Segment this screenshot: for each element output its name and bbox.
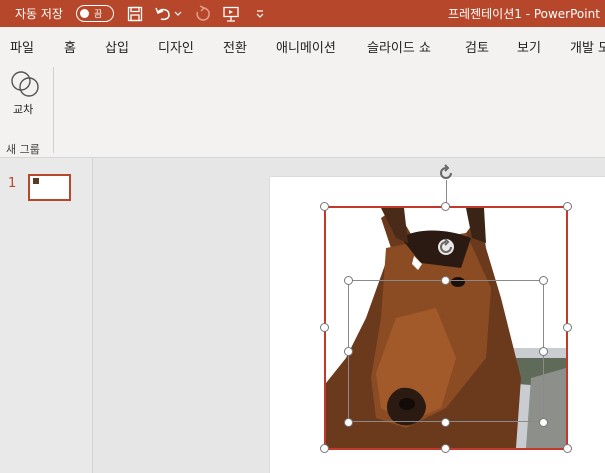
autosave-toggle[interactable]: 끔: [76, 5, 114, 22]
save-icon[interactable]: [125, 0, 145, 27]
start-from-beginning-icon[interactable]: [221, 0, 241, 27]
resize-handle-image-l[interactable]: [320, 323, 329, 332]
resize-handle-shape-t[interactable]: [441, 276, 450, 285]
group-divider: [53, 67, 54, 153]
rotate-handle-image[interactable]: [437, 164, 455, 182]
slide-number: 1: [8, 176, 17, 191]
resize-handle-image-b[interactable]: [441, 444, 450, 453]
tab-slideshow[interactable]: 슬라이드 쇼: [367, 37, 431, 56]
slide-thumbnail[interactable]: [28, 174, 71, 201]
resize-handle-shape-r[interactable]: [539, 347, 548, 356]
ribbon-tabs: 파일 홈 삽입 디자인 전환 애니메이션 슬라이드 쇼 검토 보기 개발 도: [0, 27, 605, 63]
resize-handle-image-br[interactable]: [563, 444, 572, 453]
intersect-shape[interactable]: [348, 280, 544, 422]
tab-transitions[interactable]: 전환: [223, 37, 247, 56]
resize-handle-shape-br[interactable]: [539, 418, 548, 427]
resize-handle-image-tr[interactable]: [563, 202, 572, 211]
tab-review[interactable]: 검토: [465, 37, 489, 56]
ribbon-body: 교차 새 그룹: [0, 63, 605, 158]
tab-view[interactable]: 보기: [517, 37, 541, 56]
resize-handle-image-t[interactable]: [441, 202, 450, 211]
resize-handle-image-tl[interactable]: [320, 202, 329, 211]
tab-design[interactable]: 디자인: [158, 37, 194, 56]
slide-thumbnail-pane: 1: [0, 158, 93, 473]
undo-icon[interactable]: [153, 0, 173, 27]
title-bar: 자동 저장 끔 프레젠테이션1 - PowerPoint: [0, 0, 605, 27]
intersect-icon: [11, 71, 39, 97]
resize-handle-shape-tl[interactable]: [344, 276, 353, 285]
tab-home[interactable]: 홈: [64, 37, 76, 56]
toggle-knob: [80, 9, 89, 18]
tab-insert[interactable]: 삽입: [105, 37, 129, 56]
intersect-label: 교차: [13, 103, 34, 116]
resize-handle-shape-l[interactable]: [344, 347, 353, 356]
rotate-handle-shape[interactable]: [437, 238, 455, 256]
customize-toolbar-icon[interactable]: [250, 0, 270, 27]
toggle-state: 끔: [94, 10, 103, 20]
resize-handle-shape-bl[interactable]: [344, 418, 353, 427]
resize-handle-shape-tr[interactable]: [539, 276, 548, 285]
tab-file[interactable]: 파일: [10, 37, 34, 56]
tab-animations[interactable]: 애니메이션: [276, 37, 336, 56]
resize-handle-image-r[interactable]: [563, 323, 572, 332]
autosave-label: 자동 저장: [15, 7, 63, 21]
tab-developer[interactable]: 개발 도: [570, 37, 605, 56]
undo-dropdown-icon[interactable]: [172, 0, 184, 27]
resize-handle-shape-b[interactable]: [441, 418, 450, 427]
group-label: 새 그룹: [6, 143, 40, 156]
thumbnail-image-preview: [33, 178, 39, 184]
document-title: 프레젠테이션1 - PowerPoint: [448, 7, 600, 21]
redo-icon[interactable]: [193, 0, 213, 27]
resize-handle-image-bl[interactable]: [320, 444, 329, 453]
